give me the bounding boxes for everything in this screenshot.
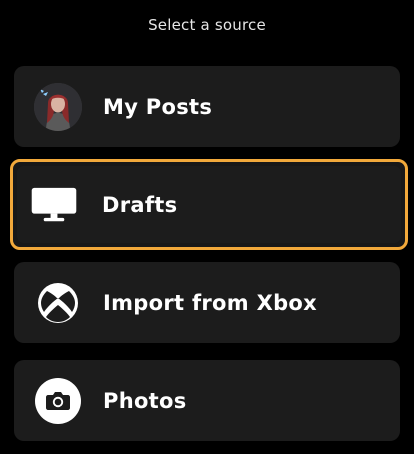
avatar — [34, 82, 82, 131]
source-photos[interactable]: Photos — [14, 360, 400, 441]
source-my-posts[interactable]: My Posts — [14, 66, 400, 147]
page-title: Select a source — [148, 16, 266, 34]
source-label: Drafts — [102, 192, 178, 217]
monitor-icon — [30, 181, 78, 229]
source-import-xbox[interactable]: Import from Xbox — [14, 262, 400, 343]
xbox-icon — [34, 279, 82, 327]
source-drafts[interactable]: Drafts — [10, 159, 408, 250]
camera-icon — [34, 377, 82, 425]
source-label: My Posts — [103, 94, 213, 119]
avatar-icon — [34, 82, 82, 131]
source-label: Photos — [103, 388, 187, 413]
source-label: Import from Xbox — [103, 290, 317, 315]
